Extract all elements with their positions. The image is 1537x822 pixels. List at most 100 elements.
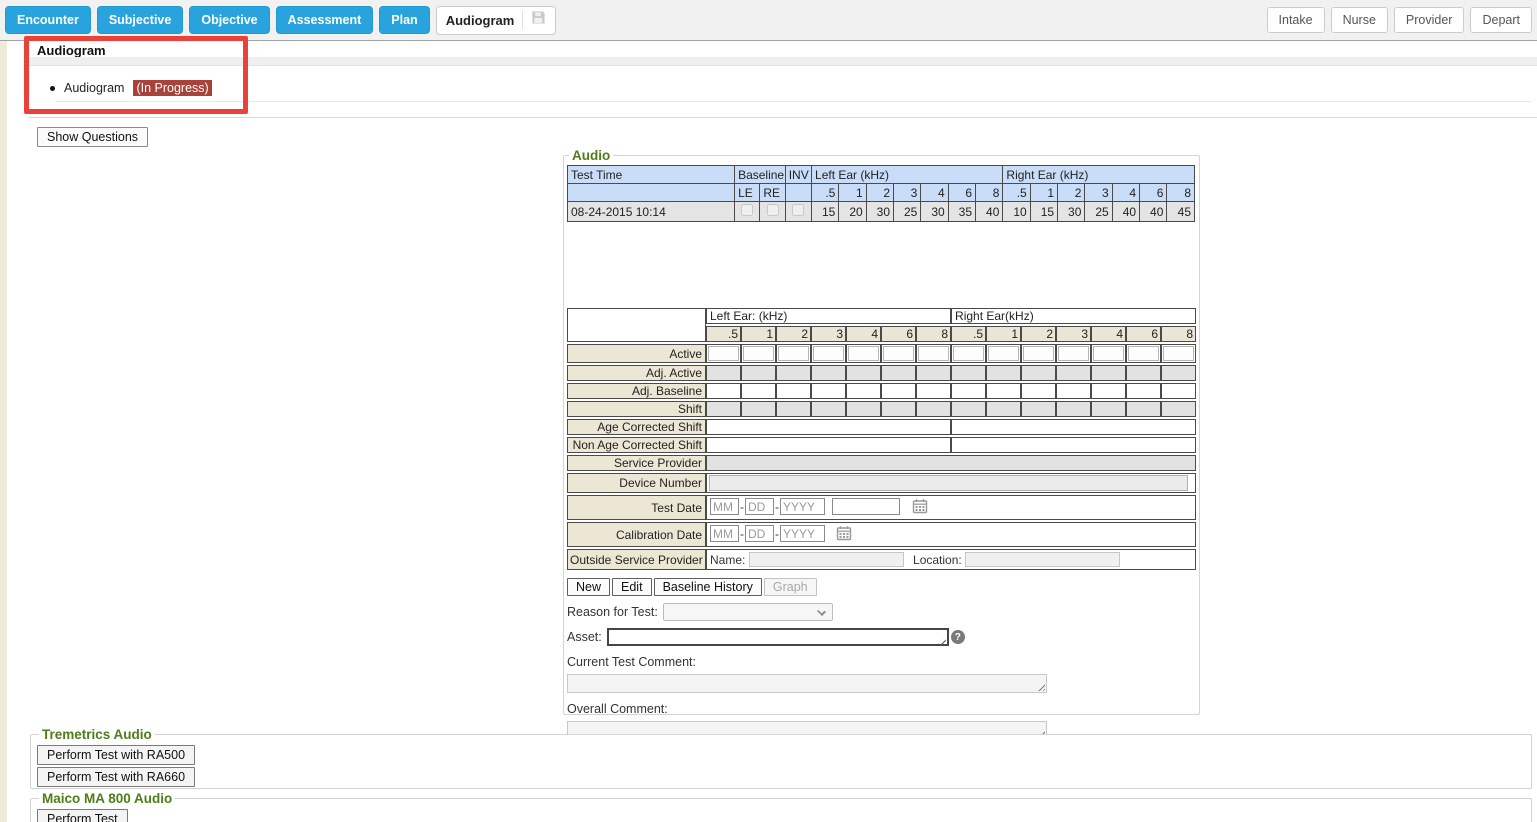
overall-comment-label: Overall Comment: xyxy=(567,702,1196,716)
separator-line xyxy=(55,101,1531,102)
dash: - xyxy=(775,527,779,541)
nav-right: Intake Nurse Provider Depart xyxy=(1267,7,1532,33)
test-time-value: 08-24-2015 10:14 xyxy=(568,202,735,222)
page-title: Audiogram xyxy=(37,43,106,58)
active-cell xyxy=(706,344,741,363)
active-input[interactable] xyxy=(1023,346,1054,361)
depart-button[interactable]: Depart xyxy=(1470,7,1532,33)
nurse-button[interactable]: Nurse xyxy=(1331,7,1388,33)
test-row[interactable]: 08-24-2015 10:14 15 20 30 25 30 35 40 10… xyxy=(568,202,1195,222)
freq-header: 8 xyxy=(1167,184,1195,202)
new-button[interactable]: New xyxy=(567,578,610,596)
active-cell xyxy=(951,344,986,363)
test-time-input[interactable] xyxy=(832,498,900,515)
active-input[interactable] xyxy=(918,346,949,361)
row-label-active: Active xyxy=(567,344,706,363)
freq-header: .5 xyxy=(951,326,986,342)
col-right-ear: Right Ear (kHz) xyxy=(1003,166,1195,184)
perform-test-ra660-button[interactable]: Perform Test with RA660 xyxy=(37,767,195,787)
active-input[interactable] xyxy=(1058,346,1089,361)
objective-button[interactable]: Objective xyxy=(189,6,269,34)
perform-test-ra500-button[interactable]: Perform Test with RA500 xyxy=(37,745,195,765)
audio-fieldset: Audio Test Time Baseline INV Left Ear (k… xyxy=(563,148,1200,715)
active-input[interactable] xyxy=(778,346,809,361)
active-input[interactable] xyxy=(1128,346,1159,361)
calendar-icon[interactable] xyxy=(912,498,928,517)
help-icon[interactable]: ? xyxy=(951,630,965,644)
audio-actions: New Edit Baseline History Graph xyxy=(567,578,1196,596)
freq-header: 8 xyxy=(976,184,1003,202)
active-input[interactable] xyxy=(988,346,1019,361)
calibration-month-input[interactable] xyxy=(710,525,739,542)
tremetrics-legend: Tremetrics Audio xyxy=(39,727,155,742)
calendar-icon[interactable] xyxy=(836,525,852,544)
plan-button[interactable]: Plan xyxy=(379,6,429,34)
row-label-service-provider: Service Provider xyxy=(567,455,706,471)
active-input[interactable] xyxy=(953,346,984,361)
active-input[interactable] xyxy=(813,346,844,361)
col-inv: INV xyxy=(785,166,811,184)
non-age-corrected-right xyxy=(951,437,1196,453)
active-cell xyxy=(741,344,776,363)
right-value: 30 xyxy=(1058,202,1085,222)
bullet-icon xyxy=(50,86,55,91)
baseline-le-checkbox-cell xyxy=(735,202,760,222)
audiogram-list-item[interactable]: Audiogram (In Progress) xyxy=(50,80,212,96)
maico-perform-test-button[interactable]: Perform Test xyxy=(37,809,128,822)
freq-header: 6 xyxy=(1126,326,1161,342)
detail-left-ear-header: Left Ear: (kHz) xyxy=(706,308,951,324)
tab-audiogram-label: Audiogram xyxy=(446,13,515,28)
asset-label: Asset: xyxy=(567,630,602,644)
active-cell xyxy=(1021,344,1056,363)
device-number-cell xyxy=(706,473,1196,493)
active-input[interactable] xyxy=(883,346,914,361)
test-date-day-input[interactable] xyxy=(745,498,774,515)
active-cell xyxy=(986,344,1021,363)
active-input[interactable] xyxy=(1093,346,1124,361)
subjective-button[interactable]: Subjective xyxy=(97,6,184,34)
intake-button[interactable]: Intake xyxy=(1267,7,1325,33)
show-questions-button[interactable]: Show Questions xyxy=(37,127,148,147)
tab-audiogram[interactable]: Audiogram xyxy=(436,6,557,35)
test-date-year-input[interactable] xyxy=(780,498,825,515)
encounter-button[interactable]: Encounter xyxy=(5,6,91,34)
left-value: 35 xyxy=(948,202,975,222)
graph-button: Graph xyxy=(764,578,817,596)
row-label-adj-active: Adj. Active xyxy=(567,365,706,381)
freq-header: 1 xyxy=(839,184,866,202)
freq-header: 1 xyxy=(1030,184,1057,202)
freq-header: 3 xyxy=(1085,184,1112,202)
test-date-cell: -- xyxy=(706,495,1196,520)
audio-legend: Audio xyxy=(569,148,613,163)
edit-button[interactable]: Edit xyxy=(612,578,652,596)
active-input[interactable] xyxy=(1163,346,1194,361)
non-age-corrected-left xyxy=(706,437,951,453)
right-value: 45 xyxy=(1167,202,1195,222)
asset-input[interactable] xyxy=(607,628,949,646)
col-left-ear: Left Ear (kHz) xyxy=(812,166,1003,184)
dash: - xyxy=(775,500,779,514)
left-value: 15 xyxy=(812,202,839,222)
adj-baseline-cell xyxy=(706,383,741,399)
baseline-re-checkbox xyxy=(767,204,779,216)
baseline-history-button[interactable]: Baseline History xyxy=(654,578,762,596)
provider-button[interactable]: Provider xyxy=(1394,7,1465,33)
audio-detail-table: Left Ear: (kHz) Right Ear(kHz) .5 1 2 3 … xyxy=(567,306,1196,572)
assessment-button[interactable]: Assessment xyxy=(276,6,374,34)
active-input[interactable] xyxy=(848,346,879,361)
calibration-year-input[interactable] xyxy=(780,525,825,542)
col-test-time: Test Time xyxy=(568,166,735,184)
maico-fieldset: Maico MA 800 Audio Perform Test xyxy=(30,791,1532,822)
row-label-test-date: Test Date xyxy=(567,495,706,520)
freq-header: .5 xyxy=(1003,184,1030,202)
freq-header: 4 xyxy=(846,326,881,342)
calibration-day-input[interactable] xyxy=(745,525,774,542)
save-icon[interactable] xyxy=(531,10,546,30)
right-value: 40 xyxy=(1140,202,1167,222)
test-date-month-input[interactable] xyxy=(710,498,739,515)
blank-header-cell xyxy=(785,184,811,202)
active-input[interactable] xyxy=(708,346,739,361)
active-input[interactable] xyxy=(743,346,774,361)
main-content: Audiogram Audiogram (In Progress) Show Q… xyxy=(0,41,1537,822)
audio-history-table: Test Time Baseline INV Left Ear (kHz) Ri… xyxy=(567,165,1195,222)
